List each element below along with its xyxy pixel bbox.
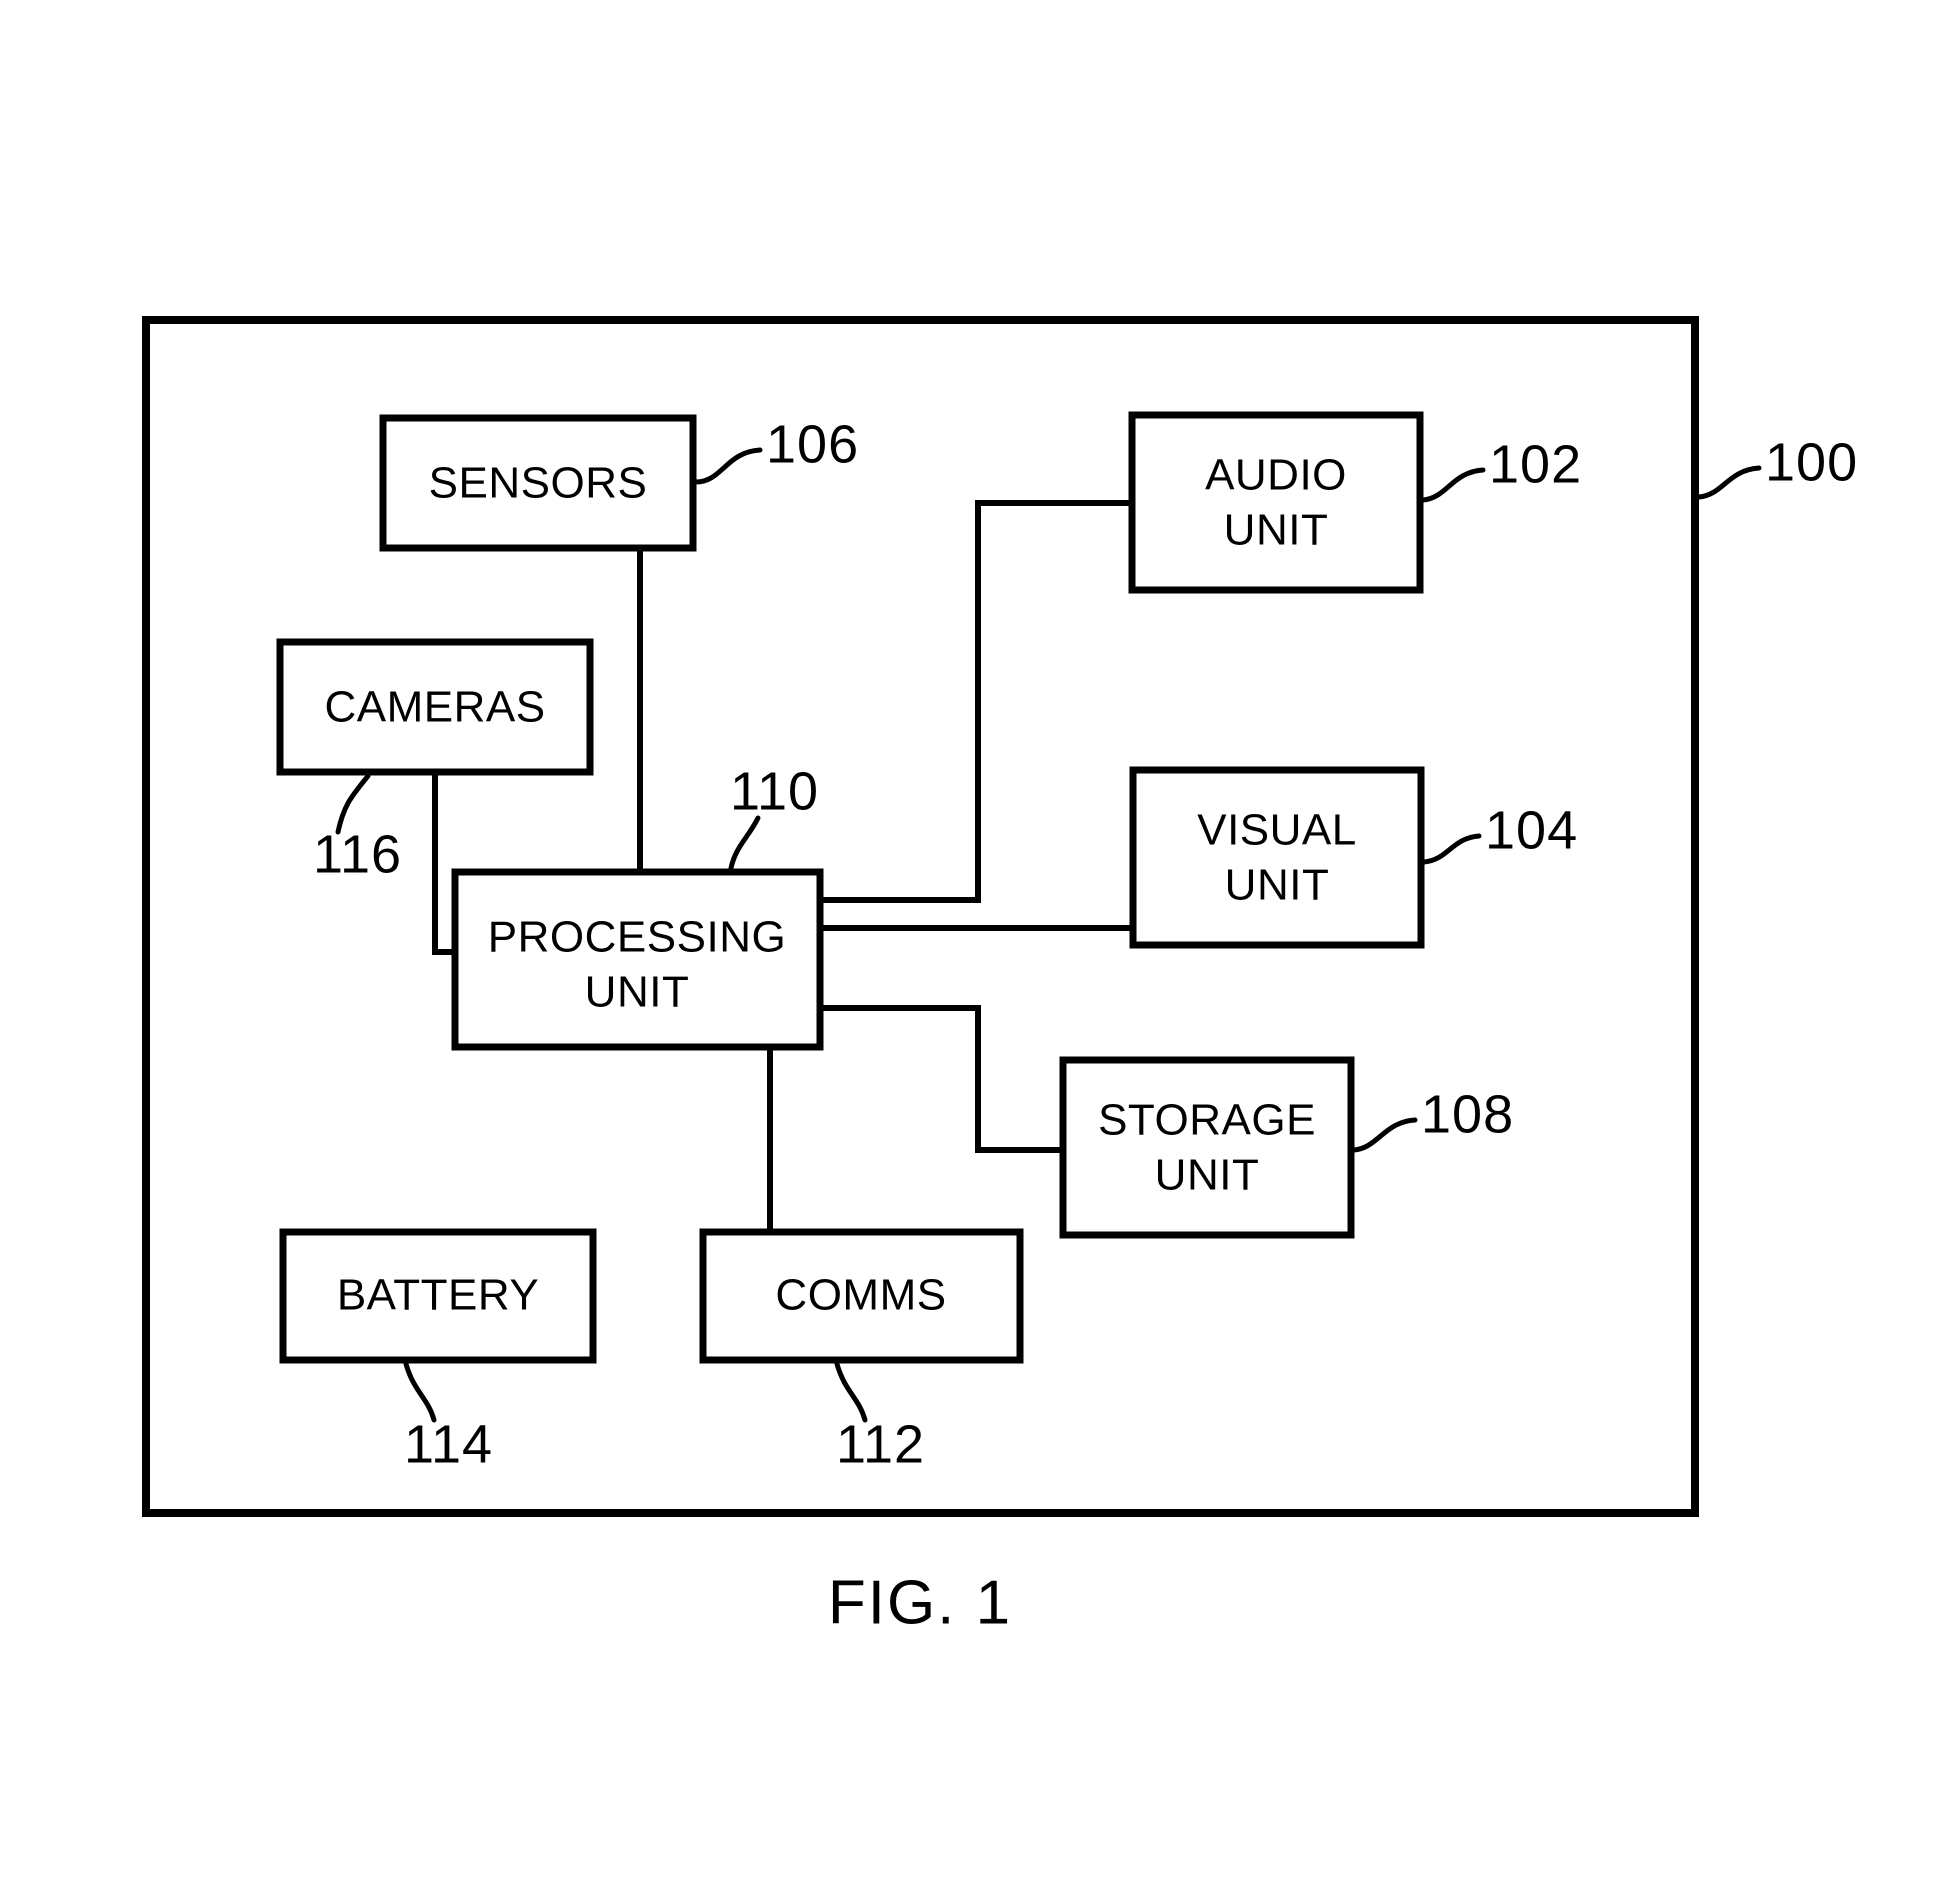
reference-number-108: 108 xyxy=(1421,1084,1514,1144)
battery-label: BATTERY xyxy=(337,1271,539,1320)
leader-line-100 xyxy=(1696,465,1762,500)
storage-unit-label-line-2: UNIT xyxy=(1155,1151,1260,1200)
audio-unit-box[interactable] xyxy=(1128,411,1424,594)
reference-number-116: 116 xyxy=(313,824,402,884)
audio-unit-label-line-2: UNIT xyxy=(1224,506,1329,555)
figure-caption: FIG. 1 xyxy=(828,1568,1012,1637)
visual-unit-label-line-1: VISUAL xyxy=(1197,806,1357,855)
reference-number-102: 102 xyxy=(1489,434,1582,494)
reference-number-114: 114 xyxy=(404,1414,493,1474)
storage-unit-label-line-1: STORAGE xyxy=(1098,1096,1316,1145)
block-cameras[interactable]: CAMERAS xyxy=(276,638,594,776)
block-processing-unit[interactable]: PROCESSING UNIT xyxy=(451,868,824,1051)
processing-unit-label-line-1: PROCESSING xyxy=(488,913,786,962)
comms-label: COMMS xyxy=(775,1271,946,1320)
block-sensors[interactable]: SENSORS xyxy=(379,414,697,552)
block-audio-unit[interactable]: AUDIO UNIT xyxy=(1128,411,1424,594)
reference-number-110: 110 xyxy=(730,761,819,821)
figure-canvas: SENSORS CAMERAS PROCESSING UNIT BATTERY … xyxy=(142,316,1858,1637)
cameras-label: CAMERAS xyxy=(324,683,545,732)
patent-figure-page: SENSORS CAMERAS PROCESSING UNIT BATTERY … xyxy=(0,0,1937,1877)
reference-number-100: 100 xyxy=(1765,432,1858,492)
sensors-label: SENSORS xyxy=(429,459,648,508)
reference-callout-100: 100 xyxy=(1696,432,1858,500)
visual-unit-label-line-2: UNIT xyxy=(1225,861,1330,910)
block-battery[interactable]: BATTERY xyxy=(279,1228,597,1364)
reference-number-104: 104 xyxy=(1485,800,1578,860)
block-comms[interactable]: COMMS xyxy=(699,1228,1024,1364)
audio-unit-label-line-1: AUDIO xyxy=(1205,451,1347,500)
processing-unit-label-line-2: UNIT xyxy=(585,968,690,1017)
reference-number-112: 112 xyxy=(836,1414,925,1474)
block-storage-unit[interactable]: STORAGE UNIT xyxy=(1059,1056,1355,1239)
storage-unit-box[interactable] xyxy=(1059,1056,1355,1239)
block-visual-unit[interactable]: VISUAL UNIT xyxy=(1129,766,1425,949)
reference-number-106: 106 xyxy=(766,414,859,474)
visual-unit-box[interactable] xyxy=(1129,766,1425,949)
